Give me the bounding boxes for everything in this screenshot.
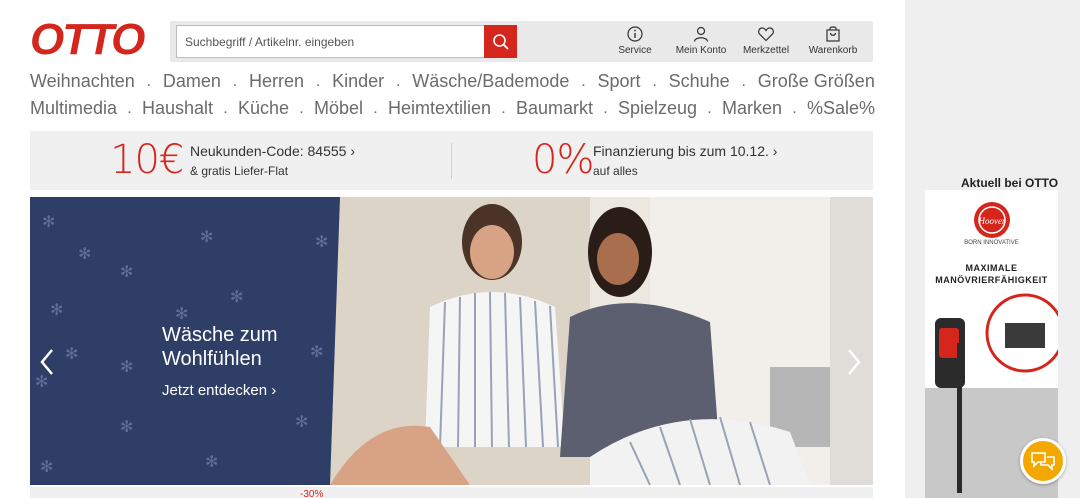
promo-discount-amount: 10€ xyxy=(110,137,184,183)
svg-text:✻: ✻ xyxy=(230,287,243,306)
svg-text:✻: ✻ xyxy=(120,357,133,376)
hero-image: ✻✻ ✻ ✻✻✻ ✻ ✻✻ ✻✻✻ ✻ ✻✻ ✻ xyxy=(30,197,873,485)
cart-link[interactable]: Warenkorb xyxy=(807,25,859,61)
nav-item-sport[interactable]: Sport xyxy=(597,71,640,92)
account-label: Mein Konto xyxy=(675,45,727,56)
svg-text:✻: ✻ xyxy=(42,212,55,231)
ad-brand-tagline: BORN INNOVATIVE xyxy=(964,240,1019,246)
nav-item-damen[interactable]: Damen xyxy=(163,71,221,92)
ad-headline: MAXIMALE MANÖVRIERFÄHIGKEIT xyxy=(935,263,1048,285)
chat-button[interactable] xyxy=(1020,438,1066,484)
promo-financing-link[interactable]: Finanzierung bis zum 10.12. › xyxy=(593,143,777,159)
nav-separator: . xyxy=(223,99,228,117)
otto-logo[interactable]: OTTO xyxy=(30,18,146,60)
nav-item-baumarkt[interactable]: Baumarkt xyxy=(516,98,593,119)
nav-item-kinder[interactable]: Kinder xyxy=(332,71,384,92)
nav-separator: . xyxy=(652,72,657,90)
nav-item-heimtextilien[interactable]: Heimtextilien xyxy=(388,98,491,119)
search-button[interactable] xyxy=(484,25,517,58)
nav-item-waesche[interactable]: Wäsche/Bademode xyxy=(412,71,569,92)
svg-text:✻: ✻ xyxy=(78,244,91,263)
next-teaser-strip: -30% xyxy=(30,487,873,498)
wishlist-link[interactable]: Merkzettel xyxy=(740,25,792,61)
svg-text:OTTO: OTTO xyxy=(30,18,145,60)
hero-title: Wäsche zum Wohlfühlen xyxy=(162,324,278,370)
chat-icon xyxy=(1031,452,1055,471)
nav-item-sale[interactable]: %Sale% xyxy=(807,98,875,119)
nav-item-schuhe[interactable]: Schuhe xyxy=(669,71,730,92)
search-icon xyxy=(492,33,509,50)
svg-text:✻: ✻ xyxy=(50,300,63,319)
hero-cta-link[interactable]: Jetzt entdecken › xyxy=(162,382,276,399)
nav-item-multimedia[interactable]: Multimedia xyxy=(30,98,117,119)
info-icon xyxy=(627,26,643,42)
nav-row-2: Multimedia. Haushalt. Küche. Möbel. Heim… xyxy=(30,98,875,119)
ad-caption: Aktuell bei OTTO xyxy=(961,176,1059,190)
bag-icon xyxy=(826,26,840,42)
cart-label: Warenkorb xyxy=(808,45,858,56)
svg-text:✻: ✻ xyxy=(205,452,218,471)
nav-separator: . xyxy=(581,72,586,90)
svg-text:✻: ✻ xyxy=(315,232,328,251)
promo-newcustomer-link[interactable]: Neukunden-Code: 84555 › xyxy=(190,143,355,159)
nav-separator: . xyxy=(146,72,152,90)
svg-text:Hoover: Hoover xyxy=(978,216,1006,226)
promo-financing-amount: 0% xyxy=(532,137,594,183)
svg-text:✻: ✻ xyxy=(65,344,78,363)
promo-newcustomer-sub: & gratis Liefer-Flat xyxy=(190,164,289,178)
nav-separator: . xyxy=(741,72,746,90)
service-label: Service xyxy=(618,45,652,56)
nav-item-marken[interactable]: Marken xyxy=(722,98,782,119)
nav-separator: . xyxy=(299,99,304,117)
svg-text:✻: ✻ xyxy=(200,227,213,246)
svg-text:✻: ✻ xyxy=(175,304,188,323)
header-bar: Service Mein Konto Merkzettel Warenkorb xyxy=(170,21,873,62)
hero-prev-arrow-icon[interactable] xyxy=(38,347,56,377)
nav-item-spielzeug[interactable]: Spielzeug xyxy=(618,98,697,119)
nav-separator: . xyxy=(232,72,238,90)
nav-separator: . xyxy=(707,99,712,117)
nav-row-1: Weihnachten. Damen. Herren. Kinder. Wäsc… xyxy=(30,71,875,92)
hero-banner[interactable]: ✻ ✻ ✻ ✻ ✻ ✻ ✻ ✻ ✻ ✻ ✻ ✻ ✻ ✻ ✻ ✻ Wäsche zum Wohlfüh… xyxy=(30,197,873,485)
nav-separator: . xyxy=(127,99,132,117)
nav-item-haushalt[interactable]: Haushalt xyxy=(142,98,213,119)
nav-item-grosse-groessen[interactable]: Große Größen xyxy=(758,71,875,92)
svg-text:✻: ✻ xyxy=(295,412,308,431)
nav-item-weihnachten[interactable]: Weihnachten xyxy=(30,71,135,92)
svg-text:✻: ✻ xyxy=(40,457,53,476)
wishlist-label: Merkzettel xyxy=(742,45,790,56)
heart-icon xyxy=(758,27,774,42)
user-icon xyxy=(693,26,709,42)
nav-item-herren[interactable]: Herren xyxy=(249,71,304,92)
nav-separator: . xyxy=(603,99,608,117)
nav-separator: . xyxy=(373,99,378,117)
search-input[interactable] xyxy=(176,25,488,58)
account-link[interactable]: Mein Konto xyxy=(672,25,730,61)
nav-separator: . xyxy=(396,72,401,90)
promo-bar: 10€ Neukunden-Code: 84555 › & gratis Lie… xyxy=(30,131,873,190)
nav-separator: . xyxy=(792,99,797,117)
next-teaser-partial: -30% xyxy=(300,489,324,498)
hero-next-arrow-icon[interactable] xyxy=(845,347,863,377)
svg-text:✻: ✻ xyxy=(120,262,133,281)
service-link[interactable]: Service xyxy=(615,25,655,61)
nav-separator: . xyxy=(315,72,321,90)
svg-text:✻: ✻ xyxy=(120,417,133,436)
hoover-logo-icon: Hoover xyxy=(974,202,1010,238)
promo-financing-sub: auf alles xyxy=(593,164,638,178)
nav-item-moebel[interactable]: Möbel xyxy=(314,98,363,119)
promo-divider xyxy=(451,143,452,179)
nav-item-kueche[interactable]: Küche xyxy=(238,98,289,119)
nav-separator: . xyxy=(501,99,506,117)
